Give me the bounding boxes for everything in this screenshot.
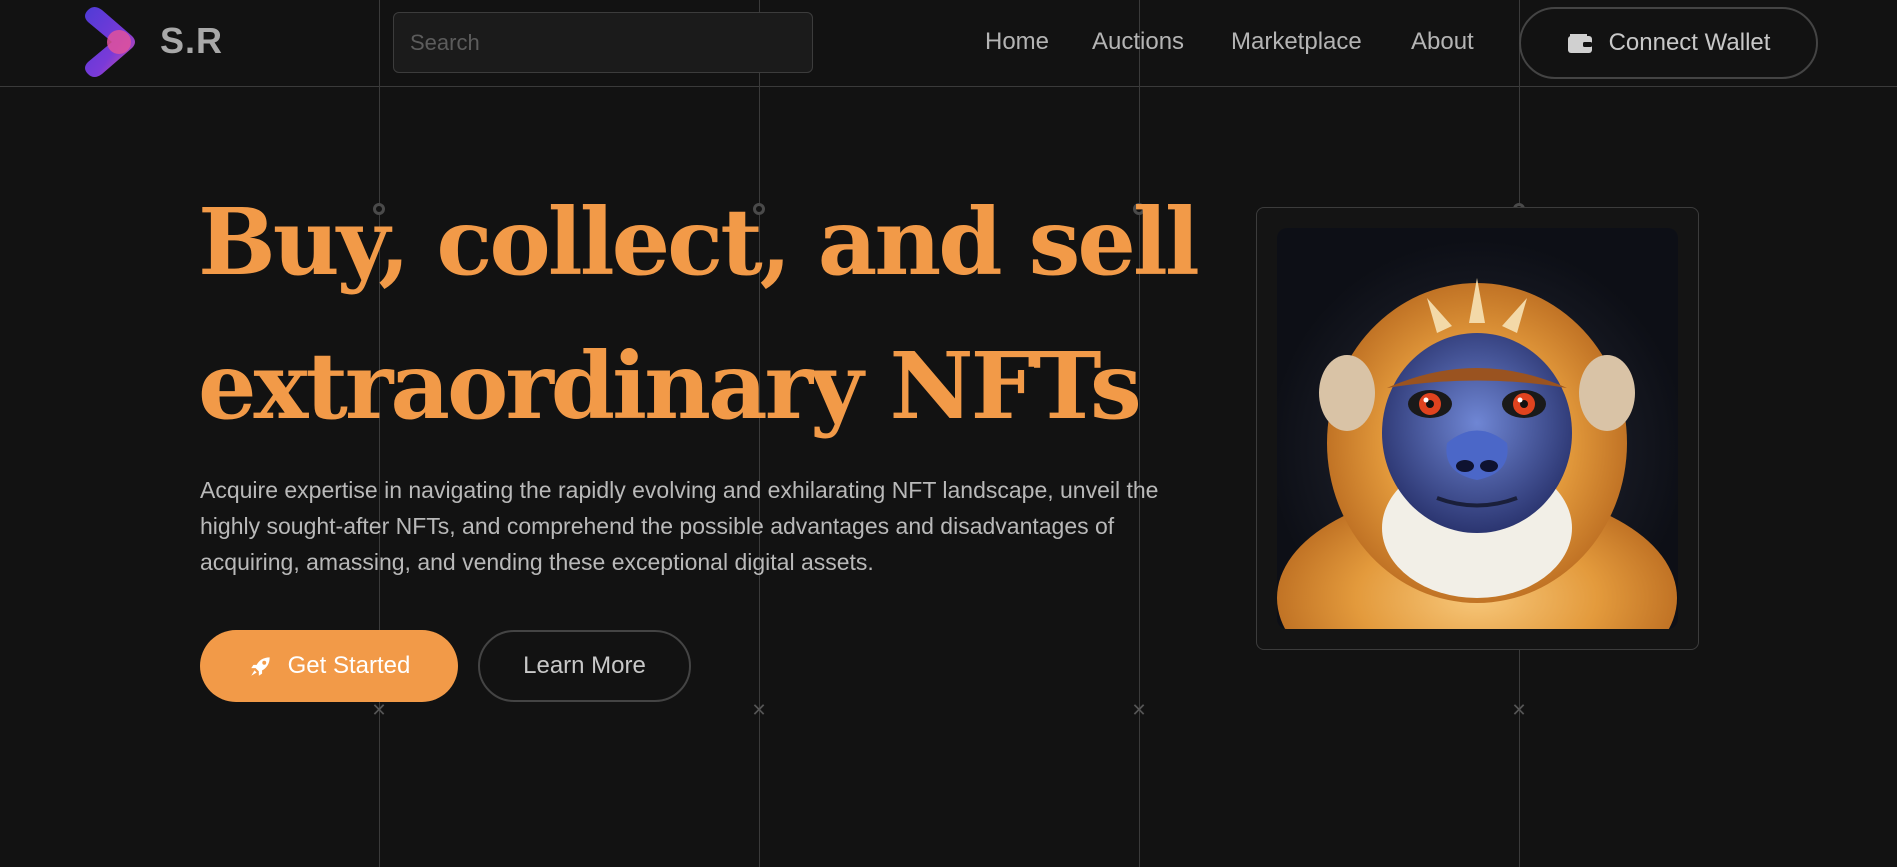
grid-cross-marker: ✕	[371, 700, 387, 721]
get-started-button[interactable]: Get Started	[200, 630, 458, 702]
brand-name[interactable]: S.R	[160, 20, 223, 62]
hero-title: Buy, collect, and sell extraordinary NFT…	[198, 170, 1200, 458]
nav-about[interactable]: About	[1411, 28, 1474, 56]
get-started-label: Get Started	[287, 652, 411, 679]
page: ✕ ✕ ✕ ✕ S.R Home Auctions Marketplace Ab…	[0, 0, 1897, 867]
grid-divider	[0, 86, 1897, 87]
learn-more-button[interactable]: Learn More	[478, 630, 691, 702]
logo-icon[interactable]	[82, 4, 140, 80]
wallet-icon	[1567, 34, 1592, 53]
hero-title-line: extraordinary NFTs	[198, 332, 1142, 440]
featured-nft-card[interactable]	[1256, 207, 1699, 650]
grid-cross-marker: ✕	[1511, 700, 1527, 721]
grid-line	[1139, 0, 1140, 867]
hero-description: Acquire expertise in navigating the rapi…	[200, 477, 1159, 575]
site-header: S.R Home Auctions Marketplace About Conn…	[0, 0, 1897, 86]
grid-cross-marker: ✕	[751, 700, 767, 721]
monkey-illustration	[1277, 278, 1677, 629]
connect-wallet-button[interactable]: Connect Wallet	[1519, 7, 1818, 79]
connect-wallet-label: Connect Wallet	[1608, 29, 1771, 56]
nav-auctions[interactable]: Auctions	[1092, 28, 1184, 56]
rocket-icon	[250, 657, 270, 676]
hero-title-line: Buy, collect, and sell	[198, 188, 1200, 296]
nav-home[interactable]: Home	[985, 28, 1049, 56]
nav-marketplace[interactable]: Marketplace	[1231, 28, 1362, 56]
search-input[interactable]	[393, 12, 813, 73]
grid-cross-marker: ✕	[1131, 700, 1147, 721]
nft-image	[1277, 228, 1678, 629]
